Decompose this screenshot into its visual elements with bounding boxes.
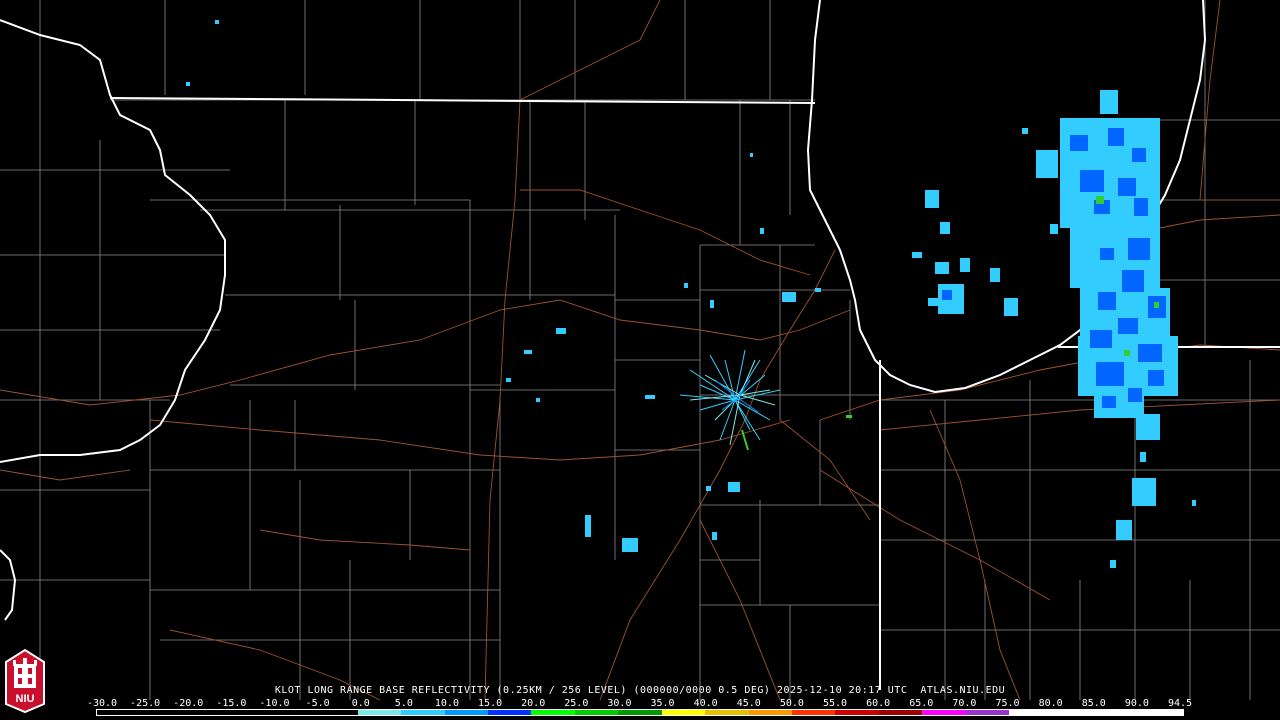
colorbar-segment <box>835 710 879 715</box>
scale-label: 5.0 <box>394 698 413 709</box>
colorbar-segment <box>661 710 706 715</box>
colorbar-segment <box>922 710 966 715</box>
scale-label: -30.0 <box>86 698 118 709</box>
colorbar-segment <box>1096 710 1140 715</box>
scale-label: 90.0 <box>1124 698 1149 709</box>
reflectivity-colorbar <box>96 709 1184 716</box>
scale-label: 94.5 <box>1167 698 1193 709</box>
scale-label: 30.0 <box>607 698 632 709</box>
radar-map <box>0 0 1280 720</box>
scale-label: 55.0 <box>822 698 848 709</box>
colorbar-segment <box>270 710 315 715</box>
colorbar-segment <box>1139 710 1183 715</box>
colorbar-segment <box>140 710 184 715</box>
scale-label: 15.0 <box>478 698 503 709</box>
colorbar-segment <box>401 710 445 715</box>
scale-label: 50.0 <box>779 698 804 709</box>
product-title: KLOT LONG RANGE BASE REFLECTIVITY (0.25K… <box>274 685 1006 696</box>
scale-label: 20.0 <box>521 698 546 709</box>
colorbar-segment <box>574 710 619 715</box>
scale-label: -10.0 <box>259 698 290 709</box>
scale-label: 25.0 <box>564 698 589 709</box>
scale-label: -15.0 <box>216 698 247 709</box>
scale-label: 60.0 <box>866 698 891 709</box>
scale-label: 0.0 <box>351 698 370 709</box>
colorbar-segment <box>618 710 662 715</box>
scale-label: 45.0 <box>736 698 761 709</box>
scale-label: 85.0 <box>1081 698 1106 709</box>
colorbar-segment <box>444 710 488 715</box>
colorbar-segment <box>97 710 141 715</box>
scale-label: 10.0 <box>434 698 459 709</box>
colorbar-segment <box>487 710 532 715</box>
colorbar-segment <box>1052 710 1097 715</box>
scale-label: -5.0 <box>305 698 330 709</box>
colorbar-segment <box>792 710 836 715</box>
colorbar-segment <box>705 710 749 715</box>
scale-label: 80.0 <box>1038 698 1063 709</box>
colorbar-segment <box>1009 710 1053 715</box>
scale-label: 75.0 <box>995 698 1020 709</box>
niu-logo: NIU <box>5 648 45 714</box>
scale-label: 40.0 <box>693 698 718 709</box>
scale-label: 65.0 <box>909 698 934 709</box>
scale-label: 35.0 <box>650 698 675 709</box>
scale-label: -25.0 <box>130 698 161 709</box>
colorbar-segment <box>748 710 792 715</box>
colorbar-segment <box>965 710 1010 715</box>
scale-label: -20.0 <box>173 698 204 709</box>
colorbar-segment <box>878 710 923 715</box>
reflectivity-scale-labels: -30.0 -25.0 -20.0 -15.0 -10.0 -5.0 0.0 5.0 10.0 1… <box>87 698 1192 709</box>
colorbar-segment <box>314 710 358 715</box>
colorbar-segment <box>357 710 402 715</box>
scale-label: 70.0 <box>952 698 977 709</box>
colorbar-segment <box>227 710 271 715</box>
colorbar-segment <box>183 710 228 715</box>
colorbar-segment <box>531 710 575 715</box>
